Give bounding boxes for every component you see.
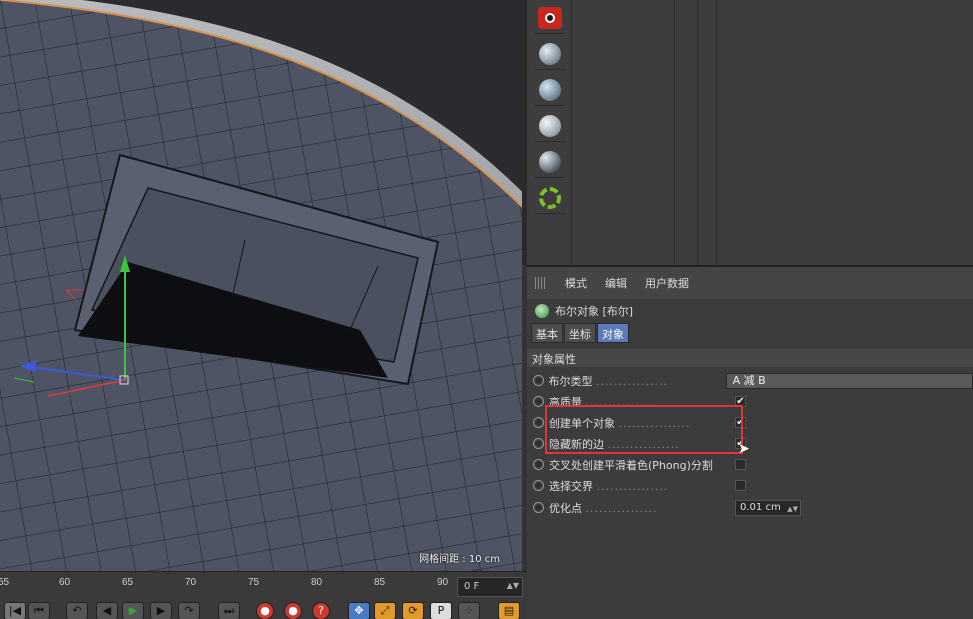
sphere-icon[interactable] — [535, 110, 565, 142]
sphere-icon[interactable] — [535, 38, 565, 70]
next-frame-icon[interactable]: ▶ — [150, 602, 172, 619]
prop-label: 优化点 — [549, 501, 582, 515]
tick-label: 60 — [59, 577, 71, 588]
section-title: 对象属性 — [527, 349, 973, 367]
tool-column — [531, 0, 567, 265]
anim-radio[interactable] — [533, 459, 544, 470]
prop-label: 隐藏新的边 — [549, 437, 604, 451]
prop-label: 布尔类型 — [548, 374, 593, 388]
prop-label: 选择交界 — [549, 479, 593, 493]
divider — [674, 0, 675, 265]
attribute-tabs: 基本 坐标 对象 — [527, 323, 973, 343]
tick-label: 55 — [0, 577, 10, 588]
3d-viewport[interactable]: 网格间距 : 10 cm — [0, 0, 522, 571]
transport-bar: |◀ ⏮ ↶ ◀ ▶ ▶ ↷ ⏭ ● ● ? ✥ ⤢ ⟳ P ⁘ ▤ — [0, 599, 527, 619]
grid-spacing-label: 网格间距 : 10 cm — [419, 554, 500, 565]
select-intersection-checkbox[interactable] — [735, 480, 746, 491]
record-icon[interactable]: ● — [256, 602, 274, 619]
label-dots: ................ — [585, 501, 658, 515]
prop-label: 交叉处创建平滑着色(Phong)分割 — [549, 458, 713, 472]
label-dots: ................ — [607, 437, 680, 451]
prop-label: 创建单个对象 — [549, 416, 615, 430]
camera-icon[interactable] — [535, 2, 565, 34]
filmstrip-icon[interactable]: ▤ — [498, 602, 520, 619]
tab-object[interactable]: 对象 — [597, 323, 629, 343]
attribute-menubar: 模式 编辑 用户数据 — [527, 267, 973, 299]
tick-label: 85 — [374, 577, 386, 588]
menu-user-data[interactable]: 用户数据 — [645, 275, 689, 291]
end-frame-field[interactable]: 0 F ▲▼ — [457, 577, 523, 597]
create-single-checkbox[interactable]: ✔ — [735, 417, 746, 428]
recycle-icon[interactable] — [535, 182, 565, 214]
timeline-ruler[interactable]: 55 60 65 70 75 80 85 90 — [0, 572, 452, 600]
menu-mode[interactable]: 模式 — [565, 275, 587, 291]
sphere-icon[interactable] — [535, 146, 565, 178]
scale-key-icon[interactable]: ⤢ — [374, 602, 396, 619]
menu-edit[interactable]: 编辑 — [605, 275, 627, 291]
prop-hide-new-edges: 隐藏新的边 ................ ✔ — [533, 433, 973, 454]
label-dots: ................ — [585, 395, 658, 409]
phong-checkbox[interactable] — [735, 459, 746, 470]
divider — [716, 0, 717, 265]
anim-radio[interactable] — [533, 417, 544, 428]
divider — [697, 0, 698, 265]
object-header: 布尔对象 [布尔] — [527, 299, 973, 323]
prev-key-icon[interactable]: ↶ — [66, 602, 88, 619]
viewport-scene — [0, 0, 522, 571]
bool-type-dropdown[interactable]: A 减 B — [725, 372, 973, 389]
pla-key-icon[interactable]: ⁘ — [458, 602, 480, 619]
label-dots: ................ — [596, 374, 668, 388]
go-start-icon[interactable]: ⏮ — [28, 602, 50, 619]
end-frame-value: 0 F — [464, 581, 480, 592]
anim-radio[interactable] — [533, 375, 544, 386]
prop-create-single: 创建单个对象 ................ ✔ — [533, 412, 973, 433]
next-key-icon[interactable]: ↷ — [178, 602, 200, 619]
prop-select-intersection: 选择交界 ................ — [533, 475, 973, 496]
divider — [571, 0, 572, 265]
tick-label: 75 — [248, 577, 260, 588]
help-icon[interactable]: ? — [312, 602, 330, 619]
anim-radio[interactable] — [533, 480, 544, 491]
prop-optimize: 优化点 ................ 0.01 cm ▲▼ — [533, 497, 973, 518]
attribute-manager: 模式 编辑 用户数据 布尔对象 [布尔] 基本 坐标 对象 对象属性 布尔类型 … — [527, 265, 973, 619]
rewind-icon[interactable]: |◀ — [4, 602, 26, 619]
tab-basic[interactable]: 基本 — [531, 323, 563, 343]
prop-high-quality: 高质量 ................ ✔ — [533, 391, 973, 412]
play-icon[interactable]: ▶ — [122, 602, 144, 619]
tick-label: 90 — [437, 577, 449, 588]
rotate-key-icon[interactable]: ⟳ — [402, 602, 424, 619]
go-end-icon[interactable]: ⏭ — [218, 602, 240, 619]
label-dots: ................ — [618, 416, 691, 430]
tab-coord[interactable]: 坐标 — [564, 323, 596, 343]
optimize-field[interactable]: 0.01 cm ▲▼ — [735, 499, 801, 516]
tick-label: 70 — [185, 577, 197, 588]
param-key-icon[interactable]: P — [430, 602, 452, 619]
optimize-value: 0.01 cm — [740, 501, 781, 513]
sphere-icon[interactable] — [535, 74, 565, 106]
prop-phong: 交叉处创建平滑着色(Phong)分割 — [533, 454, 973, 475]
prop-label: 高质量 — [549, 395, 582, 409]
spin-arrows-icon[interactable]: ▲▼ — [787, 502, 798, 516]
object-title: 布尔对象 [布尔] — [555, 305, 634, 318]
prop-bool-type: 布尔类型 ................ A 减 B — [533, 370, 973, 391]
mouse-cursor-icon: ➤ — [738, 441, 750, 457]
move-key-icon[interactable]: ✥ — [348, 602, 370, 619]
autokey-icon[interactable]: ● — [284, 602, 302, 619]
boole-icon — [535, 304, 549, 318]
anim-radio[interactable] — [533, 502, 544, 513]
timeline[interactable]: 55 60 65 70 75 80 85 90 0 F ▲▼ — [0, 571, 527, 599]
tick-label: 80 — [311, 577, 323, 588]
tick-label: 65 — [122, 577, 134, 588]
grip-icon[interactable] — [535, 277, 547, 289]
prev-frame-icon[interactable]: ◀ — [96, 602, 118, 619]
material-panel — [522, 0, 973, 265]
anim-radio[interactable] — [533, 396, 544, 407]
anim-radio[interactable] — [533, 438, 544, 449]
spin-arrows-icon[interactable]: ▲▼ — [507, 581, 519, 590]
label-dots: ................ — [596, 479, 669, 493]
high-quality-checkbox[interactable]: ✔ — [735, 396, 746, 407]
